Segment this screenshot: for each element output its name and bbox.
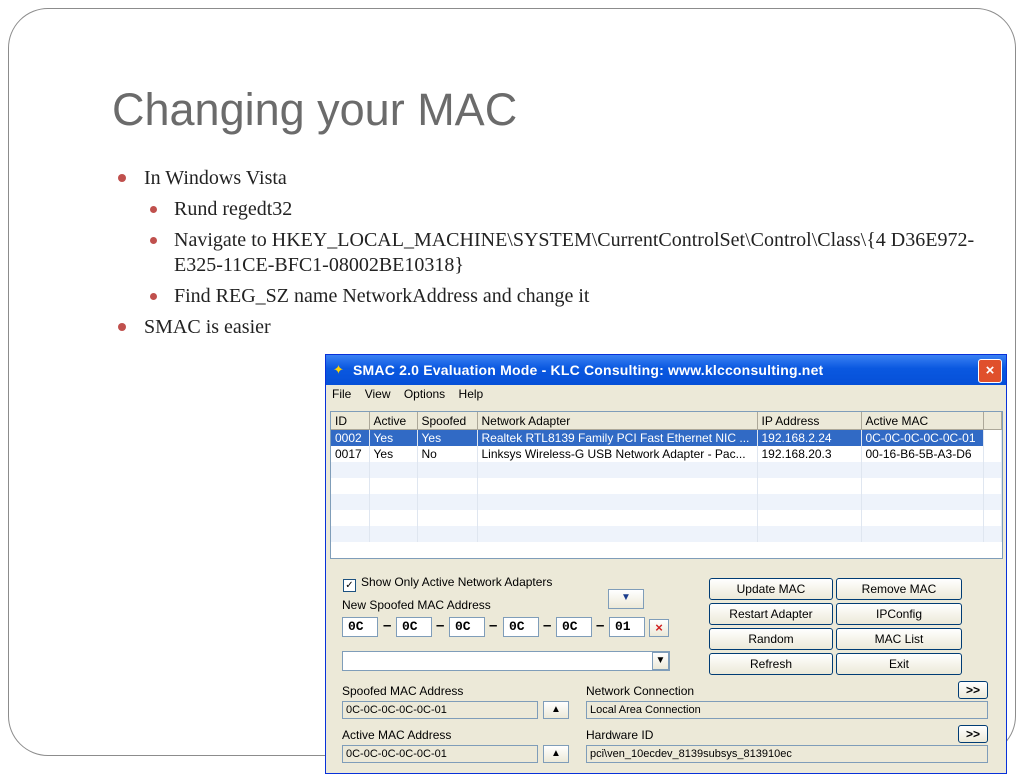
adapter-list-header: ID Active Spoofed Network Adapter IP Add… (331, 412, 1002, 430)
smac-app-icon: ✦ (333, 362, 344, 377)
show-active-label: Show Only Active Network Adapters (361, 575, 553, 589)
mac-history-select[interactable]: ▼ (342, 651, 670, 671)
dropdown-arrow-icon[interactable]: ▼ (608, 589, 644, 609)
expand-network-button[interactable]: >> (958, 681, 988, 699)
expand-hardware-button[interactable]: >> (958, 725, 988, 743)
dropdown-arrow-icon[interactable]: ▼ (652, 652, 669, 670)
empty-row (331, 462, 1002, 478)
octet-separator: – (596, 617, 605, 634)
bullet-find-reg-sz: Find REG_SZ name NetworkAddress and chan… (116, 284, 976, 309)
random-button[interactable]: Random (709, 628, 833, 650)
new-spoofed-label: New Spoofed MAC Address (342, 598, 491, 612)
clear-mac-button[interactable]: × (649, 619, 669, 637)
window-title: SMAC 2.0 Evaluation Mode - KLC Consultin… (353, 362, 824, 378)
empty-row (331, 526, 1002, 542)
cell-spoofed: Yes (417, 429, 478, 446)
menu-view[interactable]: View (365, 385, 391, 403)
cell-filler (983, 429, 1002, 446)
mac-octet-2[interactable]: 0C (396, 617, 432, 637)
cell-adapter: Realtek RTL8139 Family PCI Fast Ethernet… (477, 429, 758, 446)
menu-help[interactable]: Help (459, 385, 484, 403)
menu-options[interactable]: Options (404, 385, 445, 403)
bullet-windows-vista: In Windows Vista (116, 166, 976, 191)
octet-separator: – (489, 617, 498, 634)
cell-filler (983, 446, 1002, 462)
cell-mac: 0C-0C-0C-0C-0C-01 (861, 429, 984, 446)
slide-title: Changing your MAC (112, 84, 518, 135)
up-arrow-icon[interactable]: ▲ (543, 745, 569, 763)
show-active-checkbox[interactable]: ✓ Show Only Active Network Adapters (343, 575, 552, 592)
active-mac-field: 0C-0C-0C-0C-0C-01 (342, 745, 538, 763)
ipconfig-button[interactable]: IPConfig (836, 603, 962, 625)
mac-octet-4[interactable]: 0C (503, 617, 539, 637)
spoofed-mac-field: 0C-0C-0C-0C-0C-01 (342, 701, 538, 719)
empty-row (331, 510, 1002, 526)
octet-separator: – (383, 617, 392, 634)
cell-ip: 192.168.20.3 (757, 446, 862, 462)
bullet-list: In Windows Vista Rund regedt32 Navigate … (116, 166, 976, 346)
table-row[interactable]: 0017 Yes No Linksys Wireless-G USB Netwo… (331, 446, 1002, 462)
col-id[interactable]: ID (331, 412, 370, 430)
remove-mac-button[interactable]: Remove MAC (836, 578, 962, 600)
col-ip-address[interactable]: IP Address (757, 412, 862, 430)
close-button[interactable]: × (978, 359, 1002, 383)
restart-adapter-button[interactable]: Restart Adapter (709, 603, 833, 625)
update-mac-button[interactable]: Update MAC (709, 578, 833, 600)
col-network-adapter[interactable]: Network Adapter (477, 412, 758, 430)
hardware-id-field: pci\ven_10ecdev_8139subsys_813910ec (586, 745, 988, 763)
bullet-regedt32: Rund regedt32 (116, 197, 976, 222)
cell-id: 0002 (331, 429, 370, 446)
spoofed-mac-label: Spoofed MAC Address (342, 684, 464, 698)
menu-bar: File View Options Help (326, 385, 1006, 403)
cell-active: Yes (369, 446, 418, 462)
hardware-id-label: Hardware ID (586, 728, 654, 742)
menu-file[interactable]: File (332, 385, 351, 403)
octet-separator: – (436, 617, 445, 634)
bullet-navigate-registry: Navigate to HKEY_LOCAL_MACHINE\SYSTEM\Cu… (116, 228, 976, 278)
refresh-button[interactable]: Refresh (709, 653, 833, 675)
cell-id: 0017 (331, 446, 370, 462)
table-row[interactable]: 0002 Yes Yes Realtek RTL8139 Family PCI … (331, 429, 1002, 446)
mac-octet-6[interactable]: 01 (609, 617, 645, 637)
mac-list-button[interactable]: MAC List (836, 628, 962, 650)
cell-active: Yes (369, 429, 418, 446)
checkbox-checked-icon: ✓ (343, 579, 356, 592)
col-active[interactable]: Active (369, 412, 418, 430)
col-filler (983, 412, 1002, 430)
adapter-list[interactable]: ID Active Spoofed Network Adapter IP Add… (330, 411, 1003, 559)
active-mac-label: Active MAC Address (342, 728, 452, 742)
cell-mac: 00-16-B6-5B-A3-D6 (861, 446, 984, 462)
octet-separator: – (543, 617, 552, 634)
empty-row (331, 478, 1002, 494)
network-connection-field: Local Area Connection (586, 701, 988, 719)
cell-adapter: Linksys Wireless-G USB Network Adapter -… (477, 446, 758, 462)
up-arrow-icon[interactable]: ▲ (543, 701, 569, 719)
cell-ip: 192.168.2.24 (757, 429, 862, 446)
smac-window: ✦ SMAC 2.0 Evaluation Mode - KLC Consult… (325, 354, 1007, 774)
mac-octet-3[interactable]: 0C (449, 617, 485, 637)
exit-button[interactable]: Exit (836, 653, 962, 675)
col-spoofed[interactable]: Spoofed (417, 412, 478, 430)
col-active-mac[interactable]: Active MAC (861, 412, 984, 430)
cell-spoofed: No (417, 446, 478, 462)
network-connection-label: Network Connection (586, 684, 695, 698)
empty-row (331, 494, 1002, 510)
mac-octet-5[interactable]: 0C (556, 617, 592, 637)
mac-octet-1[interactable]: 0C (342, 617, 378, 637)
window-titlebar[interactable]: ✦ SMAC 2.0 Evaluation Mode - KLC Consult… (326, 355, 1006, 385)
bullet-smac-easier: SMAC is easier (116, 315, 976, 340)
